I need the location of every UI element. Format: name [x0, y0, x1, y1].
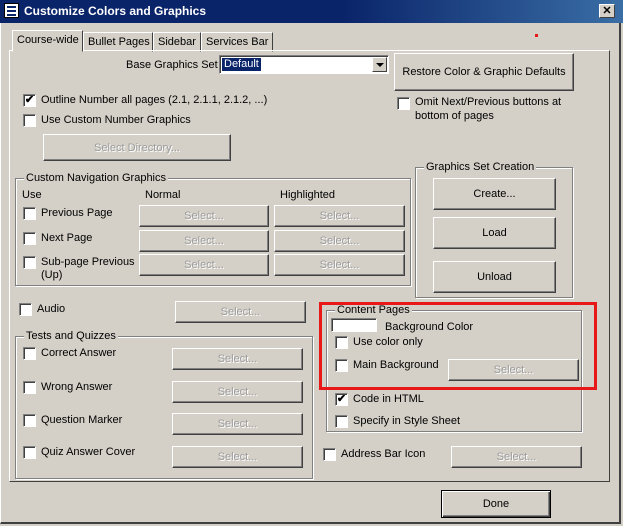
code-in-html-checkbox[interactable]: ✔: [335, 393, 348, 406]
tab-sidebar[interactable]: Sidebar: [153, 32, 201, 52]
omit-next-prev-label-1: Omit Next/Previous buttons at: [415, 96, 562, 108]
question-marker-label: Question Marker: [41, 414, 123, 426]
question-marker-checkbox[interactable]: [23, 414, 36, 427]
address-bar-icon-label: Address Bar Icon: [341, 448, 426, 460]
tab-services-bar[interactable]: Services Bar: [201, 32, 273, 52]
custom-number-label: Use Custom Number Graphics: [41, 114, 191, 126]
custom-number-checkbox[interactable]: [23, 114, 36, 127]
dropdown-arrow-icon[interactable]: [372, 57, 387, 72]
audio-label: Audio: [37, 303, 66, 315]
sub-page-previous-checkbox[interactable]: [23, 256, 36, 269]
tab-course-wide[interactable]: Course-wide: [12, 30, 83, 52]
unload-button[interactable]: Unload: [433, 261, 556, 293]
close-icon[interactable]: ✕: [599, 4, 615, 18]
done-button[interactable]: Done: [441, 490, 551, 518]
address-bar-icon-checkbox[interactable]: [323, 448, 336, 461]
red-marker: [535, 34, 538, 37]
annotation-highlight-box: [319, 302, 597, 390]
title-bar: Customize Colors and Graphics ✕: [0, 0, 623, 23]
wrong-answer-checkbox[interactable]: [23, 381, 36, 394]
load-button[interactable]: Load: [433, 217, 556, 249]
sub-page-highlighted-button[interactable]: Select...: [274, 254, 405, 276]
base-graphics-label: Base Graphics Set: [126, 59, 218, 71]
wrong-answer-label: Wrong Answer: [41, 381, 113, 393]
nav-header-use: Use: [22, 189, 42, 201]
omit-next-prev-checkbox[interactable]: [397, 97, 410, 110]
code-in-html-label: Code in HTML: [353, 393, 424, 405]
previous-page-highlighted-button[interactable]: Select...: [274, 205, 405, 227]
create-button[interactable]: Create...: [433, 178, 556, 210]
next-page-checkbox[interactable]: [23, 232, 36, 245]
quiz-answer-cover-checkbox[interactable]: [23, 446, 36, 459]
quiz-answer-cover-label: Quiz Answer Cover: [41, 446, 136, 458]
nav-header-highlighted: Highlighted: [280, 189, 336, 201]
graphics-set-creation-title: Graphics Set Creation: [424, 161, 537, 173]
correct-answer-select-button[interactable]: Select...: [172, 348, 303, 370]
previous-page-checkbox[interactable]: [23, 207, 36, 220]
next-page-normal-button[interactable]: Select...: [139, 230, 269, 252]
nav-graphics-title: Custom Navigation Graphics: [24, 172, 169, 184]
tab-bullet-pages[interactable]: Bullet Pages: [83, 32, 153, 52]
address-bar-select-button[interactable]: Select...: [451, 446, 582, 468]
sub-page-normal-button[interactable]: Select...: [139, 254, 269, 276]
wrong-answer-select-button[interactable]: Select...: [172, 381, 303, 403]
base-graphics-value: Default: [222, 58, 261, 71]
next-page-highlighted-button[interactable]: Select...: [274, 230, 405, 252]
app-icon: [4, 3, 19, 18]
specify-style-sheet-checkbox[interactable]: [335, 415, 348, 428]
specify-style-sheet-label: Specify in Style Sheet: [353, 415, 461, 427]
audio-checkbox[interactable]: [19, 303, 32, 316]
tests-quizzes-title: Tests and Quizzes: [24, 330, 118, 342]
audio-select-button[interactable]: Select...: [175, 301, 306, 323]
correct-answer-label: Correct Answer: [41, 347, 117, 359]
nav-header-normal: Normal: [145, 189, 181, 201]
sub-page-previous-label-2: (Up): [41, 269, 63, 281]
sub-page-previous-label-1: Sub-page Previous: [41, 256, 135, 268]
outline-number-checkbox[interactable]: ✔: [23, 94, 36, 107]
question-marker-select-button[interactable]: Select...: [172, 413, 303, 435]
previous-page-normal-button[interactable]: Select...: [139, 205, 269, 227]
next-page-label: Next Page: [41, 232, 93, 244]
restore-defaults-button[interactable]: Restore Color & Graphic Defaults: [394, 53, 574, 91]
previous-page-label: Previous Page: [41, 207, 113, 219]
correct-answer-checkbox[interactable]: [23, 347, 36, 360]
select-directory-button[interactable]: Select Directory...: [43, 134, 231, 161]
base-graphics-select[interactable]: Default: [219, 55, 389, 74]
quiz-answer-cover-select-button[interactable]: Select...: [172, 446, 303, 468]
outline-number-label: Outline Number all pages (2.1, 2.1.1, 2.…: [41, 94, 268, 106]
omit-next-prev-label-2: bottom of pages: [415, 110, 494, 122]
window-title: Customize Colors and Graphics: [24, 4, 207, 18]
